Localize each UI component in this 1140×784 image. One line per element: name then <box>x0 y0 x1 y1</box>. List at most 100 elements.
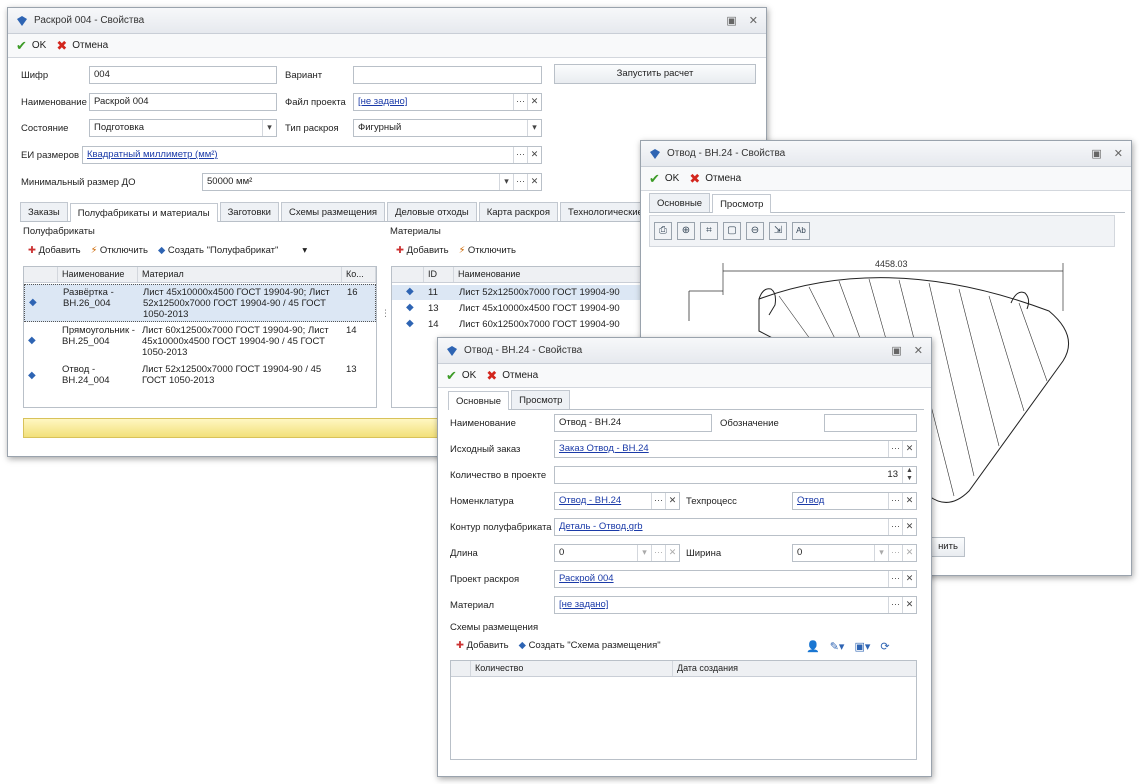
chevron-down-icon[interactable]: ▾ <box>499 174 513 190</box>
cancel-button[interactable]: ✖ Отмена <box>486 368 538 384</box>
clear-icon[interactable]: ✕ <box>527 147 541 163</box>
table-row[interactable]: ◆ Прямоугольник - ВН.25_004 Лист 60х1250… <box>24 323 376 361</box>
table-row[interactable]: ◆ 11 Лист 52х12500х7000 ГОСТ 19904-90 <box>392 285 650 300</box>
restore-icon[interactable]: ▣ <box>726 14 736 27</box>
browse-icon[interactable]: ··· <box>888 441 902 457</box>
restore-icon[interactable]: ▣ <box>1091 147 1101 160</box>
semi-col-material[interactable]: Материал <box>138 267 342 282</box>
clear-icon[interactable]: ✕ <box>902 441 916 457</box>
clear-icon[interactable]: ✕ <box>902 597 916 613</box>
ei-field[interactable]: Квадратный миллиметр (мм²) ··· ✕ <box>82 146 542 164</box>
techprocess-field[interactable]: Отвод ··· ✕ <box>792 492 917 510</box>
chevron-down-icon[interactable]: ▾ <box>262 120 276 136</box>
clear-icon[interactable]: ✕ <box>665 545 679 561</box>
browse-icon[interactable]: ··· <box>513 174 527 190</box>
close-icon[interactable]: ✕ <box>749 14 758 27</box>
materials-detach-button[interactable]: ⚡ Отключить <box>459 245 516 256</box>
browse-icon[interactable]: ··· <box>513 94 527 110</box>
schemes-col-qty[interactable]: Количество <box>471 661 673 676</box>
tab-blanks[interactable]: Заготовки <box>219 202 279 221</box>
ok-button[interactable]: ✔ OK <box>649 171 679 187</box>
partial-button[interactable]: нить <box>931 537 965 557</box>
semi-col-name[interactable]: Наименование <box>58 267 138 282</box>
browse-icon[interactable]: ··· <box>888 519 902 535</box>
browse-icon[interactable]: ··· <box>651 493 665 509</box>
materials-col-name[interactable]: Наименование <box>454 267 650 282</box>
clear-icon[interactable]: ✕ <box>902 519 916 535</box>
qty-stepper[interactable]: 13 ▲ ▼ <box>554 466 917 484</box>
browse-icon[interactable]: ··· <box>888 545 902 561</box>
close-icon[interactable]: ✕ <box>914 344 923 357</box>
cut-type-select[interactable]: Фигурный ▾ <box>353 119 542 137</box>
name-field[interactable]: Отвод - ВН.24 <box>554 414 712 432</box>
chevron-down-icon[interactable]: ▾ <box>874 545 888 561</box>
zoom-in-icon[interactable]: ⊕ <box>677 222 695 240</box>
semi-create-button[interactable]: ◆ Создать "Полуфабрикат" <box>158 245 278 256</box>
text-icon[interactable]: Ab <box>792 222 810 240</box>
semi-more-icon[interactable]: ▾ <box>302 245 307 256</box>
clear-icon[interactable]: ✕ <box>665 493 679 509</box>
tab-preview[interactable]: Просмотр <box>511 390 571 409</box>
order-field[interactable]: Заказ Отвод - ВН.24 ··· ✕ <box>554 440 917 458</box>
splitter-handle[interactable]: ⋮ <box>381 308 390 319</box>
clear-icon[interactable]: ✕ <box>902 571 916 587</box>
semi-detach-button[interactable]: ⚡ Отключить <box>91 245 148 256</box>
designation-field[interactable] <box>824 414 917 432</box>
semi-add-button[interactable]: ✚ Добавить <box>28 245 81 256</box>
length-field[interactable]: 0 ▾ ··· ✕ <box>554 544 680 562</box>
schemes-create-button[interactable]: ◆ Создать "Схема размещения" <box>519 640 661 651</box>
run-calculation-button[interactable]: Запустить расчет <box>554 64 756 84</box>
cut-project-field[interactable]: Раскрой 004 ··· ✕ <box>554 570 917 588</box>
view-icon[interactable]: ▣▾ <box>854 640 870 653</box>
spin-icon[interactable]: ▲ ▼ <box>902 467 916 483</box>
close-icon[interactable]: ✕ <box>1114 147 1123 160</box>
refresh-icon[interactable]: ⟳ <box>880 640 889 653</box>
table-row[interactable]: ◆ Отвод - ВН.24_004 Лист 52х12500х7000 Г… <box>24 362 376 392</box>
tab-orders[interactable]: Заказы <box>20 202 68 221</box>
user-icon[interactable]: 👤 <box>806 640 820 653</box>
ok-button[interactable]: ✔ OK <box>446 368 476 384</box>
nomenclature-field[interactable]: Отвод - ВН.24 ··· ✕ <box>554 492 680 510</box>
chevron-down-icon[interactable]: ▾ <box>637 545 651 561</box>
table-row[interactable]: ◆ Развёртка - ВН.26_004 Лист 45х10000х45… <box>24 284 376 322</box>
clear-icon[interactable]: ✕ <box>902 545 916 561</box>
ok-button[interactable]: ✔ OK <box>16 38 46 54</box>
clear-icon[interactable]: ✕ <box>527 174 541 190</box>
browse-icon[interactable]: ··· <box>513 147 527 163</box>
shifr-field[interactable]: 004 <box>89 66 277 84</box>
fit-icon[interactable]: ⌗ <box>700 222 718 240</box>
zoom-out-icon[interactable]: ⊖ <box>746 222 764 240</box>
state-select[interactable]: Подготовка ▾ <box>89 119 277 137</box>
contour-field[interactable]: Деталь - Отвод.grb ··· ✕ <box>554 518 917 536</box>
project-file-field[interactable]: [не задано] ··· ✕ <box>353 93 542 111</box>
tab-cutting-map[interactable]: Карта раскроя <box>478 202 558 221</box>
variant-field[interactable] <box>353 66 542 84</box>
cancel-button[interactable]: ✖ Отмена <box>56 38 108 54</box>
tab-technological[interactable]: Технологические <box>559 202 651 221</box>
frame-icon[interactable]: ▢ <box>723 222 741 240</box>
tab-preview[interactable]: Просмотр <box>712 194 772 213</box>
tab-main[interactable]: Основные <box>448 391 510 410</box>
export-icon[interactable]: ⇲ <box>769 222 787 240</box>
schemes-add-button[interactable]: ✚ Добавить <box>456 640 509 651</box>
restore-icon[interactable]: ▣ <box>891 344 901 357</box>
browse-icon[interactable]: ··· <box>651 545 665 561</box>
table-row[interactable]: ◆ 13 Лист 45х10000х4500 ГОСТ 19904-90 <box>392 301 650 316</box>
browse-icon[interactable]: ··· <box>888 571 902 587</box>
materials-col-id[interactable]: ID <box>424 267 454 282</box>
schemes-col-date[interactable]: Дата создания <box>673 661 916 676</box>
tab-business-waste[interactable]: Деловые отходы <box>387 202 477 221</box>
tab-main[interactable]: Основные <box>649 193 711 212</box>
materials-add-button[interactable]: ✚ Добавить <box>396 245 449 256</box>
print-icon[interactable]: ⎙ <box>654 222 672 240</box>
table-row[interactable]: ◆ 14 Лист 60х12500х7000 ГОСТ 19904-90 <box>392 317 650 332</box>
tab-semi-materials[interactable]: Полуфабрикаты и материалы <box>69 203 218 222</box>
width-field[interactable]: 0 ▾ ··· ✕ <box>792 544 917 562</box>
clear-icon[interactable]: ✕ <box>902 493 916 509</box>
tab-placement-schemes[interactable]: Схемы размещения <box>280 202 386 221</box>
material-field[interactable]: [не задано] ··· ✕ <box>554 596 917 614</box>
browse-icon[interactable]: ··· <box>888 597 902 613</box>
cancel-button[interactable]: ✖ Отмена <box>689 171 741 187</box>
min-size-field[interactable]: 50000 мм² ▾ ··· ✕ <box>202 173 542 191</box>
semi-col-qty[interactable]: Ко... <box>342 267 376 282</box>
